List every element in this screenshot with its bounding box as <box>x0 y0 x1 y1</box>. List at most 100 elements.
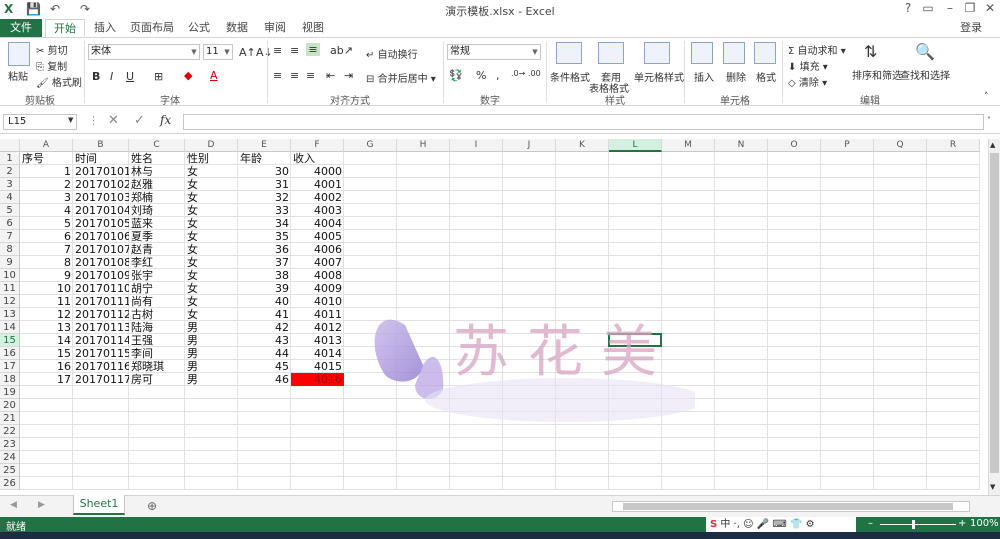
minimize-button[interactable]: – <box>940 1 960 17</box>
format-painter-button[interactable]: 🖌 格式刷 <box>36 74 82 89</box>
copy-button[interactable]: ⎘ 复制 <box>36 58 67 73</box>
cancel-icon[interactable]: ✕ <box>108 113 119 128</box>
cell[interactable]: 4015 <box>291 360 344 373</box>
cell[interactable]: 年龄 <box>238 152 291 165</box>
cell[interactable]: 3 <box>20 191 73 204</box>
cell[interactable]: 4006 <box>291 243 344 256</box>
name-box[interactable]: L15 <box>3 114 77 130</box>
tab-formulas[interactable]: 公式 <box>182 19 216 37</box>
cell[interactable]: 4 <box>20 204 73 217</box>
row-header[interactable]: 14 <box>0 321 20 334</box>
scroll-thumb[interactable] <box>623 503 953 510</box>
cell[interactable]: 男 <box>185 321 238 334</box>
cell[interactable]: 收入 <box>291 152 344 165</box>
cell[interactable]: 女 <box>185 230 238 243</box>
format-cells-button[interactable]: 格式 <box>756 69 776 84</box>
row-header[interactable]: 5 <box>0 204 20 217</box>
cell[interactable]: 20170109 <box>73 269 129 282</box>
row-header[interactable]: 3 <box>0 178 20 191</box>
row-header[interactable]: 25 <box>0 464 20 477</box>
cell[interactable]: 38 <box>238 269 291 282</box>
cell[interactable]: 房可 <box>129 373 185 386</box>
row-header[interactable]: 20 <box>0 399 20 412</box>
grow-font-icon[interactable]: A↑ <box>239 46 256 59</box>
conditional-format-icon[interactable] <box>556 42 582 64</box>
cell[interactable]: 20170105 <box>73 217 129 230</box>
cell[interactable]: 15 <box>20 347 73 360</box>
align-top-icon[interactable]: ≡ <box>273 44 282 57</box>
row-header[interactable]: 2 <box>0 165 20 178</box>
horizontal-scrollbar[interactable] <box>612 501 970 512</box>
sort-filter-button[interactable]: 排序和筛选 <box>852 67 902 82</box>
cell[interactable]: 45 <box>238 360 291 373</box>
cell[interactable]: 34 <box>238 217 291 230</box>
row-header[interactable]: 13 <box>0 308 20 321</box>
row-header[interactable]: 12 <box>0 295 20 308</box>
column-header[interactable]: A <box>20 139 73 152</box>
cell[interactable]: 40 <box>238 295 291 308</box>
add-sheet-icon[interactable]: ⊕ <box>147 499 157 513</box>
cell[interactable]: 4008 <box>291 269 344 282</box>
column-header[interactable]: J <box>503 139 556 152</box>
cell[interactable]: 女 <box>185 282 238 295</box>
cell[interactable]: 性别 <box>185 152 238 165</box>
format-as-table-icon[interactable] <box>598 42 624 64</box>
column-header[interactable]: E <box>238 139 291 152</box>
expand-formula-icon[interactable]: ˅ <box>987 116 991 125</box>
cell[interactable]: 4010 <box>291 295 344 308</box>
cell[interactable]: 20170102 <box>73 178 129 191</box>
row-header[interactable]: 15 <box>0 334 20 347</box>
cell[interactable]: 37 <box>238 256 291 269</box>
login-link[interactable]: 登录 <box>954 19 988 37</box>
vertical-scrollbar[interactable]: ▲ ▼ <box>988 139 1000 495</box>
sheet-tab-sheet1[interactable]: Sheet1 <box>73 495 125 515</box>
enter-icon[interactable]: ✓ <box>134 113 145 128</box>
row-header[interactable]: 1 <box>0 152 20 165</box>
cell[interactable]: 13 <box>20 321 73 334</box>
zoom-in-icon[interactable]: + <box>958 518 966 529</box>
paste-button[interactable]: 粘贴 <box>8 68 28 83</box>
ime-toolbar[interactable]: S 中 ·, ☺ 🎤 ⌨ 👕 ⚙ <box>706 517 856 532</box>
cell[interactable]: 20170111 <box>73 295 129 308</box>
cell[interactable]: 4013 <box>291 334 344 347</box>
cell[interactable]: 20170101 <box>73 165 129 178</box>
cell[interactable]: 20170106 <box>73 230 129 243</box>
cell[interactable]: 姓名 <box>129 152 185 165</box>
cell[interactable]: 1 <box>20 165 73 178</box>
cell-styles-icon[interactable] <box>644 42 670 64</box>
tab-view[interactable]: 视图 <box>296 19 330 37</box>
cell[interactable]: 女 <box>185 243 238 256</box>
cell[interactable]: 男 <box>185 360 238 373</box>
find-icon[interactable]: 🔍 <box>915 42 935 61</box>
column-header[interactable]: M <box>662 139 715 152</box>
cell[interactable]: 男 <box>185 334 238 347</box>
insert-cells-icon[interactable] <box>691 42 713 64</box>
delete-cells-icon[interactable] <box>723 42 745 64</box>
row-header[interactable]: 17 <box>0 360 20 373</box>
cell[interactable]: 女 <box>185 269 238 282</box>
cell[interactable]: 刘琦 <box>129 204 185 217</box>
font-size-select[interactable]: 11 ▼ <box>203 44 233 60</box>
clear-button[interactable]: ◇ 清除 ▾ <box>788 74 827 89</box>
row-header[interactable]: 16 <box>0 347 20 360</box>
row-header[interactable]: 11 <box>0 282 20 295</box>
cell[interactable]: 44 <box>238 347 291 360</box>
column-header[interactable]: H <box>397 139 450 152</box>
cell[interactable]: 郑晓琪 <box>129 360 185 373</box>
column-header[interactable]: D <box>185 139 238 152</box>
cell[interactable]: 陆海 <box>129 321 185 334</box>
cell[interactable]: 20170107 <box>73 243 129 256</box>
cell[interactable]: 李间 <box>129 347 185 360</box>
cell[interactable]: 4004 <box>291 217 344 230</box>
zoom-out-icon[interactable]: – <box>868 518 873 529</box>
zoom-slider-thumb[interactable] <box>912 520 915 529</box>
cell-styles-button[interactable]: 单元格样式 <box>634 69 684 84</box>
cell[interactable]: 4003 <box>291 204 344 217</box>
row-header[interactable]: 19 <box>0 386 20 399</box>
insert-function-button[interactable]: fx <box>160 113 171 127</box>
cell[interactable]: 20170104 <box>73 204 129 217</box>
column-header[interactable]: N <box>715 139 768 152</box>
cell[interactable]: 10 <box>20 282 73 295</box>
font-name-select[interactable]: 宋体 ▼ <box>88 44 200 60</box>
shrink-font-icon[interactable]: A↓ <box>256 46 273 59</box>
